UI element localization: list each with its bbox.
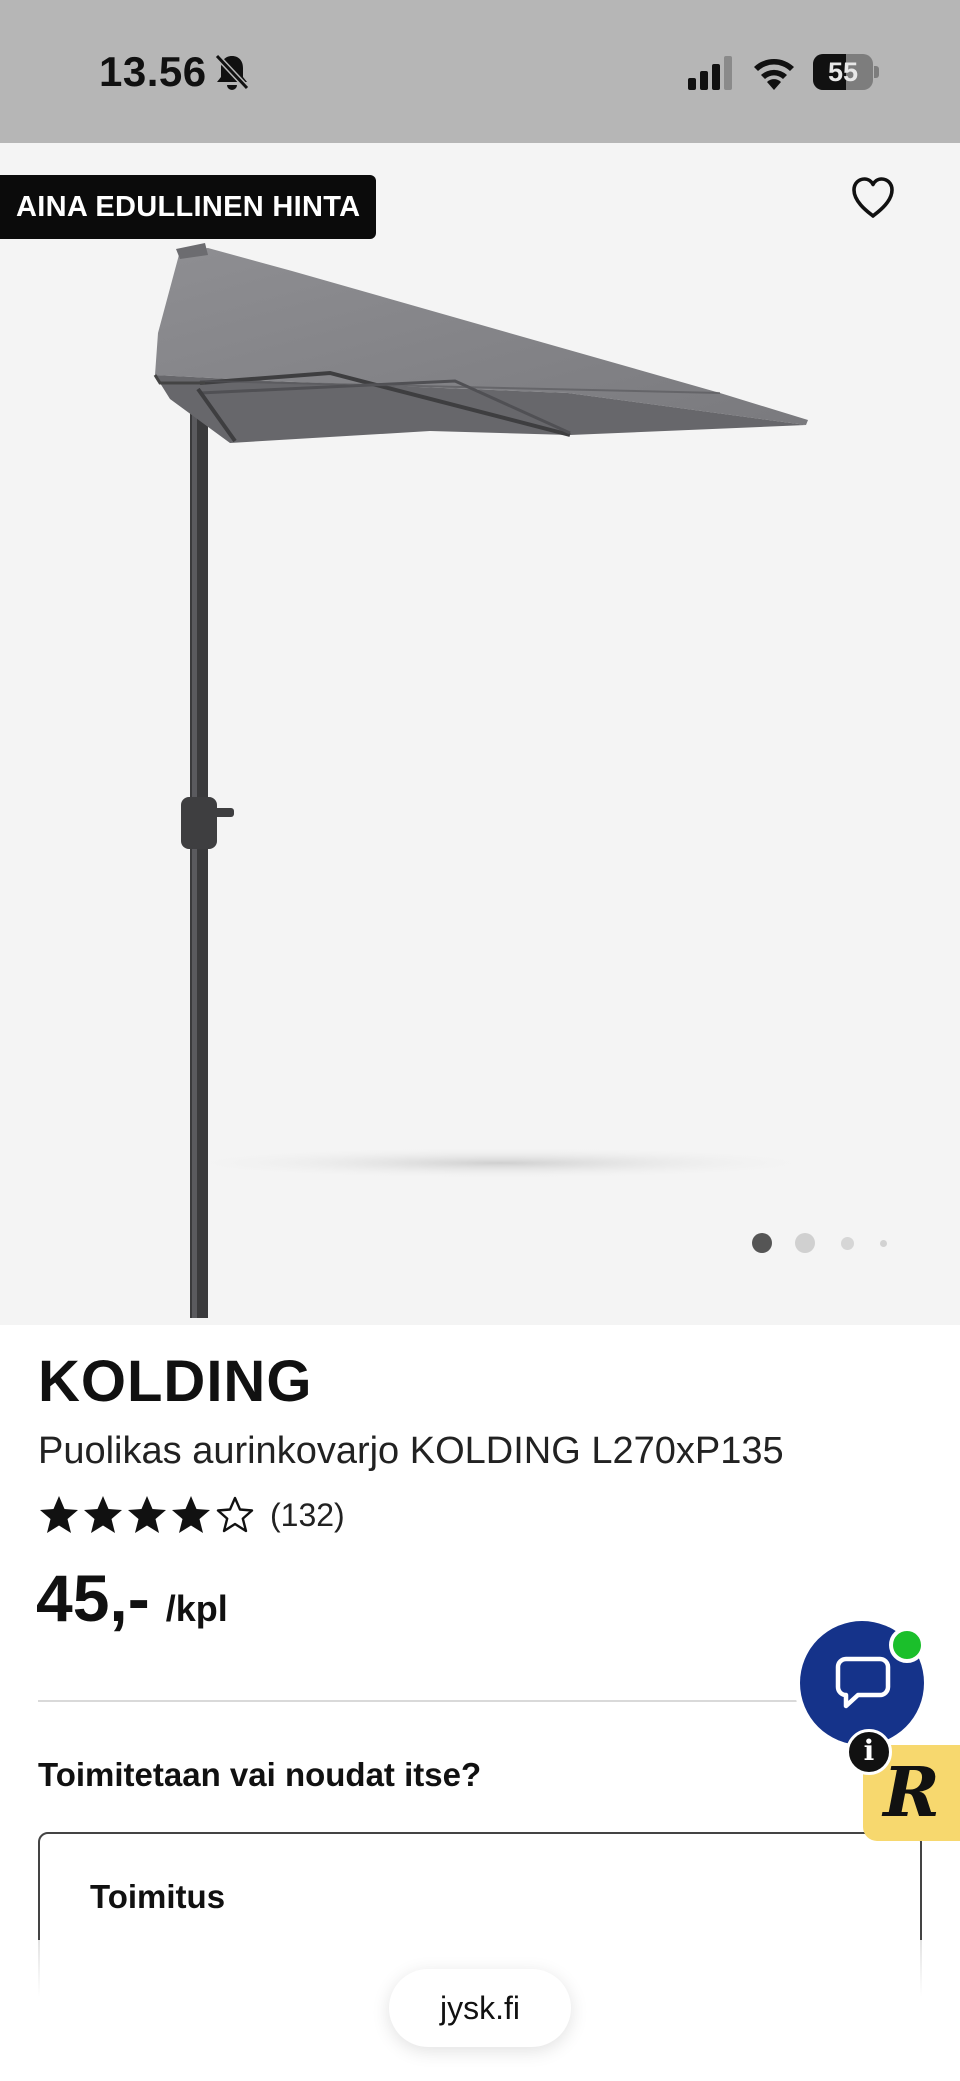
product-brand: KOLDING (38, 1349, 313, 1414)
price-unit: /kpl (165, 1588, 228, 1629)
address-bar[interactable]: jysk.fi (389, 1969, 571, 2047)
product-price: 45,- /kpl (36, 1560, 228, 1636)
status-time: 13.56 (99, 48, 207, 95)
star-filled-icon (128, 1496, 166, 1533)
promo-badge: AINA EDULLINEN HINTA (0, 175, 377, 239)
cellular-signal-icon (688, 56, 732, 90)
star-filled-icon (172, 1496, 210, 1533)
product-name: Puolikas aurinkovarjo KOLDING L270xP135 (38, 1430, 784, 1472)
chat-bubble-icon (835, 1656, 891, 1709)
browser-bottom-bar: jysk.fi (0, 1940, 960, 2081)
carousel-indicator (752, 1233, 902, 1253)
carousel-dot-3[interactable] (841, 1237, 854, 1250)
star-filled-icon (40, 1496, 78, 1533)
review-count: (132) (270, 1496, 345, 1533)
online-status-dot (889, 1627, 925, 1663)
battery-level: 55 (827, 57, 859, 87)
carousel-dot-4[interactable] (880, 1240, 887, 1247)
price-value: 45,- (36, 1561, 150, 1635)
wifi-icon (754, 59, 794, 90)
star-outline-icon (216, 1496, 254, 1533)
star-filled-icon (84, 1496, 122, 1533)
carousel-dot-2[interactable] (795, 1233, 815, 1253)
heart-outline-icon[interactable] (848, 173, 898, 223)
delivery-question: Toimitetaan vai noudat itse? (38, 1756, 482, 1793)
carousel-dot-1[interactable] (752, 1233, 772, 1253)
product-image-carousel[interactable]: AINA EDULLINEN HINTA (0, 143, 960, 1325)
battery-icon: 55 (813, 54, 879, 90)
divider (38, 1700, 922, 1702)
delivery-option-label: Toimitus (90, 1878, 226, 1915)
product-rating[interactable]: (132) (38, 1492, 345, 1538)
status-bar: 13.56 55 (0, 0, 960, 143)
half-parasol-product-image (153, 243, 830, 1318)
bell-slash-icon (214, 53, 250, 91)
info-icon[interactable]: i (846, 1729, 892, 1775)
